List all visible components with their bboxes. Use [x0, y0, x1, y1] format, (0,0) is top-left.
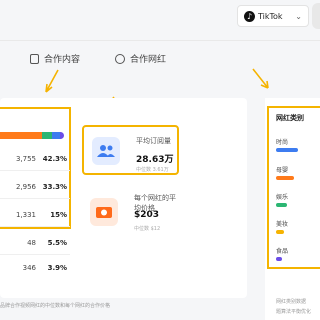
category-bar-beauty [276, 230, 284, 234]
arrow-left [45, 69, 59, 93]
table-row: 2,956 33.3% [8, 183, 67, 191]
category-bar-fashion [276, 148, 298, 152]
category-label: 母婴 [276, 167, 289, 174]
category-bar-entertainment [276, 203, 287, 207]
metric-sub: 中位数 $12 [134, 226, 161, 232]
row-count: 1,331 [15, 211, 36, 219]
row-pct: 33.3% [42, 183, 67, 191]
segment-2 [42, 132, 52, 139]
table-row: 3,755 42.3% [8, 155, 67, 163]
table-row: 346 3.9% [8, 264, 67, 272]
footnote-left: 品牌合作视频网红的中位数和每个网红的合作价格 [0, 303, 111, 309]
table-row: 48 5.5% [8, 239, 67, 247]
row-pct: 3.9% [47, 264, 67, 272]
row-pct: 5.5% [47, 239, 67, 247]
category-label: 时尚 [276, 139, 289, 146]
row-count: 346 [22, 264, 36, 272]
row-pct: 15% [50, 211, 67, 219]
metric-value: $203 [134, 210, 160, 220]
category-label: 娱乐 [276, 194, 289, 201]
row-divider [0, 170, 70, 171]
category-bar-food [276, 257, 282, 261]
category-title: 网红类别 [276, 114, 304, 122]
row-count: 2,956 [15, 183, 36, 191]
row-count: 48 [27, 239, 36, 247]
row-divider [0, 198, 70, 199]
row-pct: 42.3% [42, 155, 67, 163]
row-divider [0, 254, 70, 255]
category-label: 食品 [276, 248, 289, 255]
users-icon [92, 137, 120, 165]
table-row: 1,331 15% [8, 211, 67, 219]
segment-1 [0, 132, 42, 139]
metric-value: 28.63万 [136, 155, 174, 165]
category-bar-baby [276, 176, 294, 180]
avg-views-card: 平均订阅量 28.63万 中位数 3.61万 [82, 125, 179, 175]
segment-3 [52, 132, 60, 139]
footnote-right: 网红类别数据 [276, 299, 307, 305]
category-label: 美妆 [276, 221, 289, 228]
row-divider [0, 226, 70, 227]
highlight-box-right [267, 106, 320, 269]
avg-price-card: 每个网红的平均价格 $203 中位数 $12 [82, 188, 179, 238]
metric-sub: 中位数 3.61万 [136, 167, 169, 173]
arrow-right [252, 68, 269, 89]
price-icon [90, 198, 118, 226]
distribution-bar [0, 132, 64, 139]
row-count: 3,755 [15, 155, 36, 163]
footnote-right-2: 题算法平衡优化 [276, 309, 312, 315]
metric-title: 平均订阅量 [136, 137, 171, 145]
